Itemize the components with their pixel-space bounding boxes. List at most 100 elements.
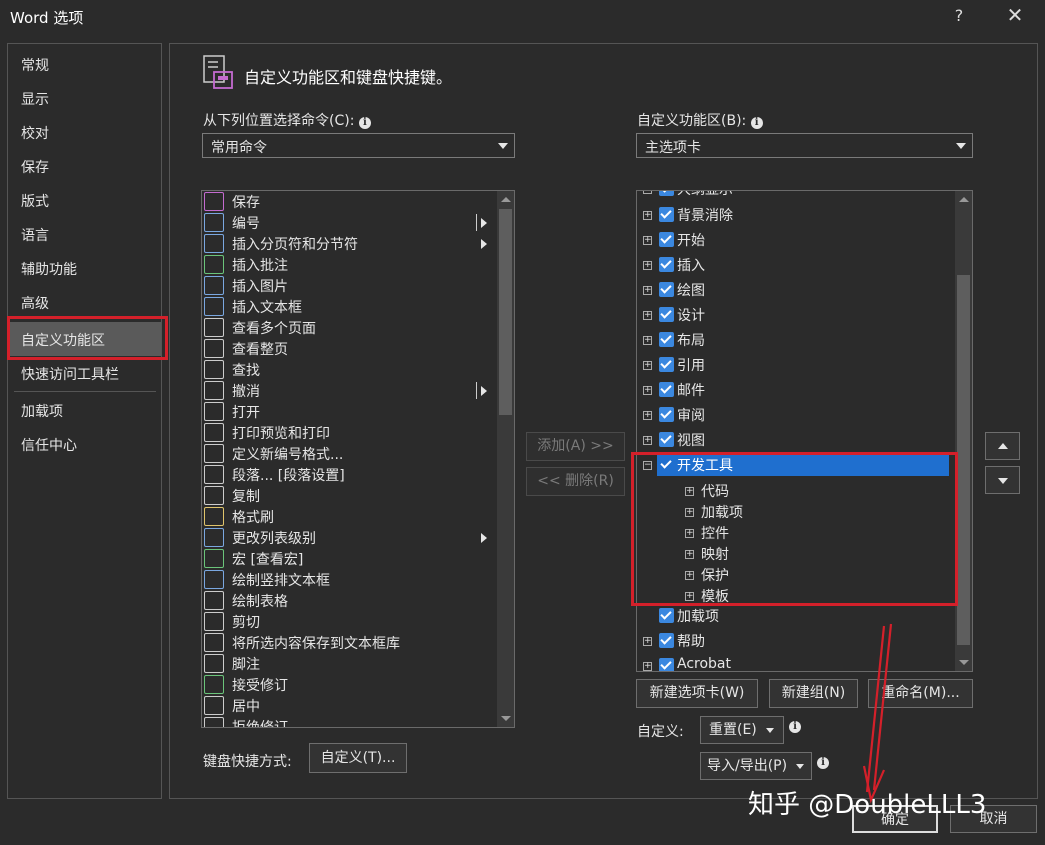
command-item[interactable]: 更改列表级别: [204, 527, 494, 548]
expand-icon[interactable]: +: [643, 311, 652, 320]
command-item[interactable]: 打开: [204, 401, 494, 422]
command-item[interactable]: 将所选内容保存到文本框库: [204, 632, 494, 653]
info-icon[interactable]: i: [750, 117, 763, 129]
command-item[interactable]: 插入批注: [204, 254, 494, 275]
nav-item-addins[interactable]: 加载项: [21, 401, 63, 421]
command-item[interactable]: 打印预览和打印: [204, 422, 494, 443]
checkbox-checked[interactable]: [659, 357, 674, 372]
expand-icon[interactable]: +: [643, 662, 652, 671]
customize-keyboard-button[interactable]: 自定义(T)...: [309, 743, 407, 773]
command-item[interactable]: 接受修订: [204, 674, 494, 695]
scroll-down-icon[interactable]: [501, 716, 511, 721]
commands-scrollbar[interactable]: [497, 191, 514, 727]
command-item[interactable]: 复制: [204, 485, 494, 506]
scroll-down-icon[interactable]: [959, 660, 969, 665]
ribbon-tab-item[interactable]: + 审阅: [637, 404, 955, 428]
info-icon[interactable]: i: [789, 721, 801, 733]
close-button[interactable]: ✕: [1003, 3, 1027, 27]
ribbon-tab-item[interactable]: + 背景消除: [637, 204, 955, 228]
ribbon-tab-item[interactable]: + 布局: [637, 329, 955, 353]
checkbox-checked[interactable]: [659, 232, 674, 247]
choose-commands-dropdown[interactable]: 常用命令: [202, 133, 515, 158]
new-tab-button[interactable]: 新建选项卡(W): [636, 679, 758, 708]
expand-icon[interactable]: +: [643, 637, 652, 646]
checkbox-checked[interactable]: [659, 608, 674, 623]
scroll-up-icon[interactable]: [501, 197, 511, 202]
nav-item-language[interactable]: 语言: [21, 225, 49, 245]
command-item[interactable]: 段落... [段落设置]: [204, 464, 494, 485]
command-item[interactable]: 绘制表格: [204, 590, 494, 611]
expand-icon[interactable]: +: [643, 436, 652, 445]
command-item[interactable]: 拒绝修订: [204, 716, 494, 727]
checkbox-checked[interactable]: [659, 658, 674, 671]
command-item[interactable]: 插入文本框: [204, 296, 494, 317]
checkbox-checked[interactable]: [659, 382, 674, 397]
ribbon-tab-item[interactable]: + 引用: [637, 354, 955, 378]
import-export-dropdown[interactable]: 导入/导出(P): [700, 752, 812, 780]
ribbon-tab-item[interactable]: + 开始: [637, 229, 955, 253]
move-up-button[interactable]: [985, 432, 1020, 460]
remove-button[interactable]: << 删除(R): [526, 467, 625, 496]
checkbox-checked[interactable]: [659, 257, 674, 272]
add-button[interactable]: 添加(A) >>: [526, 432, 625, 461]
nav-item-advanced[interactable]: 高级: [21, 293, 49, 313]
command-item[interactable]: 绘制竖排文本框: [204, 569, 494, 590]
nav-item-proofing[interactable]: 校对: [21, 123, 49, 143]
checkbox-checked[interactable]: [659, 332, 674, 347]
command-item[interactable]: 居中: [204, 695, 494, 716]
ribbon-tab-item[interactable]: + 帮助: [637, 630, 955, 654]
nav-item-quick-access[interactable]: 快速访问工具栏: [21, 364, 119, 384]
nav-item-accessibility[interactable]: 辅助功能: [21, 259, 77, 279]
scroll-thumb[interactable]: [499, 209, 512, 415]
new-group-button[interactable]: 新建组(N): [769, 679, 858, 708]
expand-icon[interactable]: +: [643, 236, 652, 245]
ribbon-tab-item[interactable]: + 大纲显示: [637, 191, 955, 202]
command-item[interactable]: 格式刷: [204, 506, 494, 527]
command-item[interactable]: 保存: [204, 191, 494, 212]
reset-dropdown[interactable]: 重置(E): [700, 716, 784, 744]
help-button[interactable]: ?: [950, 6, 968, 25]
command-item[interactable]: 脚注: [204, 653, 494, 674]
nav-item-trust-center[interactable]: 信任中心: [21, 435, 77, 455]
ribbon-tab-item[interactable]: + 视图: [637, 429, 955, 453]
checkbox-checked[interactable]: [659, 207, 674, 222]
expand-icon[interactable]: +: [643, 336, 652, 345]
checkbox-checked[interactable]: [659, 633, 674, 648]
command-item[interactable]: 剪切: [204, 611, 494, 632]
nav-item-layout[interactable]: 版式: [21, 191, 49, 211]
command-item[interactable]: 插入分页符和分节符: [204, 233, 494, 254]
command-item[interactable]: 定义新编号格式...: [204, 443, 494, 464]
command-item[interactable]: 查看整页: [204, 338, 494, 359]
nav-item-display[interactable]: 显示: [21, 89, 49, 109]
ribbon-tabs-dropdown[interactable]: 主选项卡: [636, 133, 973, 158]
expand-icon[interactable]: +: [643, 386, 652, 395]
command-item[interactable]: 查看多个页面: [204, 317, 494, 338]
expand-icon[interactable]: +: [643, 361, 652, 370]
nav-item-save[interactable]: 保存: [21, 157, 49, 177]
ribbon-tab-item[interactable]: + 邮件: [637, 379, 955, 403]
checkbox-checked[interactable]: [659, 407, 674, 422]
expand-icon[interactable]: +: [643, 261, 652, 270]
command-item[interactable]: 编号: [204, 212, 494, 233]
ribbon-tab-item[interactable]: + 绘图: [637, 279, 955, 303]
scroll-up-icon[interactable]: [959, 197, 969, 202]
checkbox-checked[interactable]: [659, 432, 674, 447]
ribbon-tab-item[interactable]: 加载项: [637, 605, 955, 629]
move-down-button[interactable]: [985, 466, 1020, 494]
checkbox-checked[interactable]: [659, 282, 674, 297]
expand-icon[interactable]: +: [643, 211, 652, 220]
ribbon-tab-item[interactable]: + 设计: [637, 304, 955, 328]
command-item[interactable]: 撤消: [204, 380, 494, 401]
nav-item-general[interactable]: 常规: [21, 55, 49, 75]
command-item[interactable]: 宏 [查看宏]: [204, 548, 494, 569]
expand-icon[interactable]: +: [643, 411, 652, 420]
command-item[interactable]: 插入图片: [204, 275, 494, 296]
checkbox-checked[interactable]: [659, 191, 674, 196]
expand-icon[interactable]: +: [643, 191, 652, 194]
command-item[interactable]: 查找: [204, 359, 494, 380]
commands-list[interactable]: 保存 编号 插入分页符和分节符 插入批注 插入图片 插入文本框 查看多个页面 查看整页 查找 撤消…: [201, 190, 515, 728]
info-icon[interactable]: i: [817, 757, 829, 769]
scroll-thumb[interactable]: [957, 275, 970, 645]
info-icon[interactable]: i: [358, 117, 371, 129]
ribbon-tab-item[interactable]: + Acrobat: [637, 655, 955, 671]
